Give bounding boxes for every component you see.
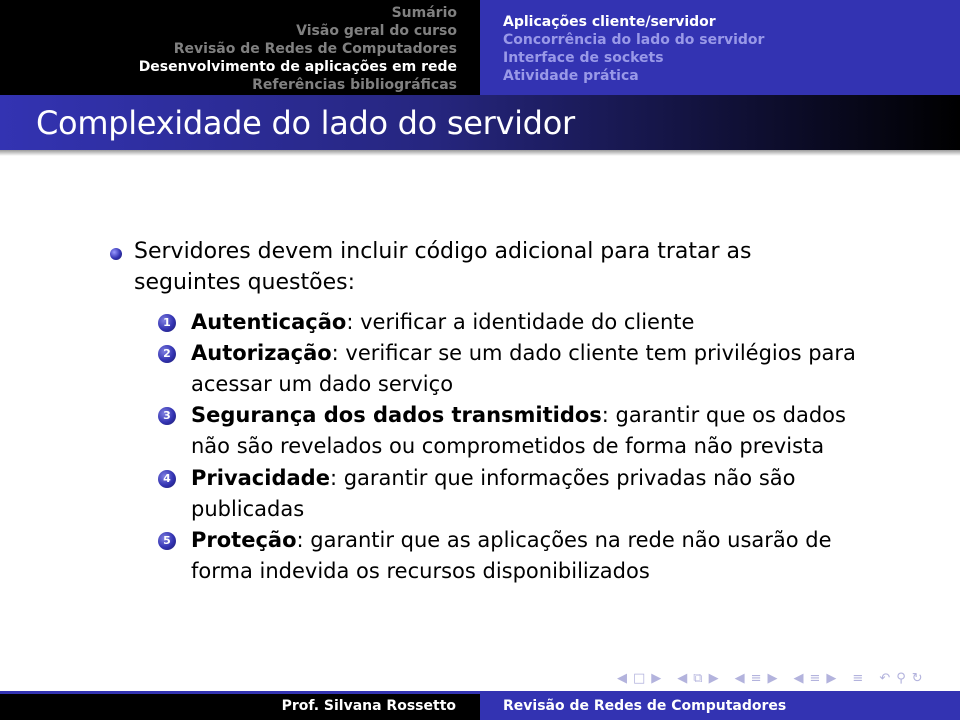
header-navigation: Sumário Visão geral do curso Revisão de … xyxy=(0,0,960,95)
search-icon[interactable]: ⚲ xyxy=(896,671,906,686)
list-item-privacidade-cont: publicadas xyxy=(191,497,305,521)
subsection-next-icon[interactable]: ▶ xyxy=(709,671,719,686)
item-text: : verificar a identidade do cliente xyxy=(346,310,695,334)
section-link-desenvolvimento[interactable]: Desenvolvimento de aplicações em rede xyxy=(0,58,457,76)
item-term: Proteção xyxy=(191,528,297,552)
subsection-link-cliente-servidor[interactable]: Aplicações cliente/servidor xyxy=(503,13,960,31)
frame-prev-icon[interactable]: ◀ xyxy=(617,671,627,686)
bullet-text-line-2: seguintes questões: xyxy=(134,270,355,295)
frame-title-bar: Complexidade do lado do servidor xyxy=(0,95,960,150)
forward-icon[interactable]: ↻ xyxy=(912,671,923,686)
list-item-autorizacao: Autorização: verificar se um dado client… xyxy=(191,338,856,369)
bullet-ball-icon xyxy=(110,248,122,260)
item-text: : garantir que informações privadas não … xyxy=(329,466,796,490)
item-text: : verificar se um dado cliente tem privi… xyxy=(331,341,856,365)
subsection-nav: Aplicações cliente/servidor Concorrência… xyxy=(480,0,960,95)
list-item-seguranca: Segurança dos dados transmitidos: garant… xyxy=(191,400,846,431)
item-text: : garantir que as aplicações na rede não… xyxy=(296,528,832,552)
section-nav: Sumário Visão geral do curso Revisão de … xyxy=(0,0,480,95)
list-item-seguranca-cont: não são revelados ou comprometidos de fo… xyxy=(191,434,825,458)
list-item-privacidade: Privacidade: garantir que informações pr… xyxy=(191,463,796,494)
footer-title: Revisão de Redes de Computadores xyxy=(480,694,960,720)
section-link-revisao-redes[interactable]: Revisão de Redes de Computadores xyxy=(0,40,457,58)
section-link-visao-geral[interactable]: Visão geral do curso xyxy=(0,22,457,40)
enum-number-4-icon: 4 xyxy=(158,470,176,488)
list-item-protecao: Proteção: garantir que as aplicações na … xyxy=(191,525,832,556)
subsection-icon[interactable]: ⧉ xyxy=(693,671,702,686)
enum-number-5-icon: 5 xyxy=(158,532,176,550)
subsection-link-sockets[interactable]: Interface de sockets xyxy=(503,49,960,67)
section-link-sumario[interactable]: Sumário xyxy=(0,4,457,22)
navigation-symbols: ◀ □ ▶ ◀ ⧉ ▶ ◀ ≡ ▶ ◀ ≡ ▶ ≡ ↶ ⚲ ↻ xyxy=(617,668,929,688)
list-item-autorizacao-cont: acessar um dado serviço xyxy=(191,372,454,396)
section-link-referencias[interactable]: Referências bibliográficas xyxy=(0,76,457,94)
enum-number-2-icon: 2 xyxy=(158,345,176,363)
frame-next-icon[interactable]: ▶ xyxy=(651,671,661,686)
title-shadow xyxy=(0,150,960,156)
align-icon[interactable]: ≡ xyxy=(852,671,863,686)
presentation-icon[interactable]: ≡ xyxy=(810,671,821,686)
item-term: Autenticação xyxy=(191,310,347,334)
presentation-next-icon[interactable]: ▶ xyxy=(826,671,836,686)
frame-title: Complexidade do lado do servidor xyxy=(36,104,575,142)
item-text: : garantir que os dados xyxy=(601,403,846,427)
item-term: Autorização xyxy=(191,341,332,365)
section-next-icon[interactable]: ▶ xyxy=(768,671,778,686)
subsection-prev-icon[interactable]: ◀ xyxy=(677,671,687,686)
back-icon[interactable]: ↶ xyxy=(879,671,890,686)
frame-icon[interactable]: □ xyxy=(633,671,645,686)
enum-number-3-icon: 3 xyxy=(158,407,176,425)
item-term: Privacidade xyxy=(191,466,330,490)
section-icon[interactable]: ≡ xyxy=(751,671,762,686)
enum-number-1-icon: 1 xyxy=(158,314,176,332)
footer-author: Prof. Silvana Rossetto xyxy=(0,694,480,720)
bullet-text-line-1: Servidores devem incluir código adiciona… xyxy=(134,239,752,264)
list-item-protecao-cont: forma indevida os recursos disponibiliza… xyxy=(191,559,650,583)
subsection-link-atividade[interactable]: Atividade prática xyxy=(503,67,960,85)
footer: Prof. Silvana Rossetto Revisão de Redes … xyxy=(0,694,960,720)
section-prev-icon[interactable]: ◀ xyxy=(735,671,745,686)
presentation-prev-icon[interactable]: ◀ xyxy=(794,671,804,686)
subsection-link-concorrencia[interactable]: Concorrência do lado do servidor xyxy=(503,31,960,49)
list-item-autenticacao: Autenticação: verificar a identidade do … xyxy=(191,307,694,338)
item-term: Segurança dos dados transmitidos xyxy=(191,403,602,427)
